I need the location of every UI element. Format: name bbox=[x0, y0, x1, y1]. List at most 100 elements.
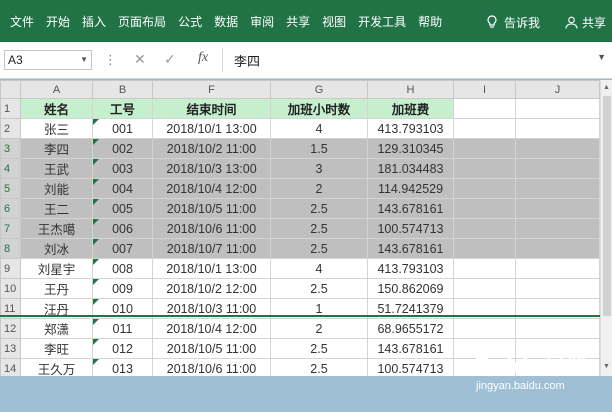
column-header[interactable]: G bbox=[270, 80, 368, 99]
row-header[interactable]: 13 bbox=[0, 338, 21, 359]
cell[interactable]: 李旺 bbox=[20, 338, 93, 359]
column-header[interactable]: H bbox=[367, 80, 454, 99]
cell[interactable]: 2.5 bbox=[270, 218, 368, 239]
cell[interactable]: 刘冰 bbox=[20, 238, 93, 259]
cell[interactable]: 009 bbox=[92, 278, 153, 299]
cell[interactable]: 刘星宇 bbox=[20, 258, 93, 279]
cell[interactable]: 2018/10/6 11:00 bbox=[152, 218, 271, 239]
cell[interactable]: 2018/10/4 12:00 bbox=[152, 318, 271, 339]
cell[interactable]: 413.793103 bbox=[367, 258, 454, 279]
cell[interactable]: 4 bbox=[270, 258, 368, 279]
share-button[interactable]: 共享 bbox=[565, 12, 606, 32]
cancel-icon[interactable]: ✕ bbox=[134, 51, 146, 68]
chevron-down-icon[interactable]: ▼ bbox=[80, 51, 88, 69]
cell[interactable]: 007 bbox=[92, 238, 153, 259]
vertical-scrollbar[interactable]: ▲ ▼ bbox=[600, 80, 612, 376]
cell[interactable]: 2018/10/7 11:00 bbox=[152, 238, 271, 259]
cell[interactable]: 2018/10/2 12:00 bbox=[152, 278, 271, 299]
cell[interactable]: 2.5 bbox=[270, 278, 368, 299]
row-header[interactable]: 9 bbox=[0, 258, 21, 279]
cell[interactable]: 181.034483 bbox=[367, 158, 454, 179]
cell[interactable]: 006 bbox=[92, 218, 153, 239]
name-box[interactable]: A3 ▼ bbox=[4, 50, 92, 70]
cell[interactable]: 129.310345 bbox=[367, 138, 454, 159]
empty-cell[interactable] bbox=[453, 318, 516, 339]
cell[interactable]: 2.5 bbox=[270, 338, 368, 359]
cell[interactable]: 2018/10/5 11:00 bbox=[152, 338, 271, 359]
empty-cell[interactable] bbox=[515, 258, 600, 279]
ribbon-tab[interactable]: 数据 bbox=[214, 12, 238, 32]
cell[interactable]: 2018/10/3 13:00 bbox=[152, 158, 271, 179]
scrollbar-thumb[interactable] bbox=[603, 96, 611, 316]
row-header[interactable]: 3 bbox=[0, 138, 21, 159]
cell[interactable]: 姓名 bbox=[20, 98, 93, 119]
ribbon-tab[interactable]: 审阅 bbox=[250, 12, 274, 32]
ribbon-tab[interactable]: 视图 bbox=[322, 12, 346, 32]
cell[interactable]: 郑潇 bbox=[20, 318, 93, 339]
empty-cell[interactable] bbox=[453, 238, 516, 259]
empty-cell[interactable] bbox=[515, 318, 600, 339]
cell[interactable]: 加班费 bbox=[367, 98, 454, 119]
empty-cell[interactable] bbox=[453, 198, 516, 219]
cell[interactable]: 2018/10/1 13:00 bbox=[152, 258, 271, 279]
ribbon-tab[interactable]: 页面布局 bbox=[118, 12, 166, 32]
ribbon-tab[interactable]: 开发工具 bbox=[358, 12, 406, 32]
empty-cell[interactable] bbox=[453, 278, 516, 299]
cell[interactable]: 张三 bbox=[20, 118, 93, 139]
scroll-up-icon[interactable]: ▲ bbox=[603, 84, 610, 91]
column-header[interactable]: F bbox=[152, 80, 271, 99]
empty-cell[interactable] bbox=[453, 118, 516, 139]
empty-cell[interactable] bbox=[515, 118, 600, 139]
cell[interactable]: 003 bbox=[92, 158, 153, 179]
ribbon-tab[interactable]: 插入 bbox=[82, 12, 106, 32]
empty-cell[interactable] bbox=[515, 278, 600, 299]
row-header[interactable]: 4 bbox=[0, 158, 21, 179]
cell[interactable]: 2018/10/6 11:00 bbox=[152, 358, 271, 376]
cell[interactable]: 2 bbox=[270, 318, 368, 339]
row-header[interactable]: 6 bbox=[0, 198, 21, 219]
empty-cell[interactable] bbox=[515, 178, 600, 199]
ribbon-tab[interactable]: 公式 bbox=[178, 12, 202, 32]
cell[interactable]: 004 bbox=[92, 178, 153, 199]
cell[interactable]: 013 bbox=[92, 358, 153, 376]
cell[interactable]: 143.678161 bbox=[367, 338, 454, 359]
cell[interactable]: 2018/10/2 11:00 bbox=[152, 138, 271, 159]
row-header[interactable]: 7 bbox=[0, 218, 21, 239]
cell[interactable]: 2018/10/4 12:00 bbox=[152, 178, 271, 199]
empty-cell[interactable] bbox=[515, 138, 600, 159]
column-header[interactable]: B bbox=[92, 80, 153, 99]
cell[interactable]: 150.862069 bbox=[367, 278, 454, 299]
empty-cell[interactable] bbox=[515, 158, 600, 179]
row-header[interactable]: 12 bbox=[0, 318, 21, 339]
empty-cell[interactable] bbox=[515, 218, 600, 239]
empty-cell[interactable] bbox=[453, 158, 516, 179]
empty-cell[interactable] bbox=[453, 138, 516, 159]
chevron-down-icon[interactable]: ▼ bbox=[597, 52, 606, 62]
cell[interactable]: 工号 bbox=[92, 98, 153, 119]
cell[interactable]: 2018/10/5 11:00 bbox=[152, 198, 271, 219]
cell[interactable]: 2.5 bbox=[270, 358, 368, 376]
row-header[interactable]: 2 bbox=[0, 118, 21, 139]
empty-cell[interactable] bbox=[453, 98, 516, 119]
cell[interactable]: 68.9655172 bbox=[367, 318, 454, 339]
cell[interactable]: 王武 bbox=[20, 158, 93, 179]
vertical-dots-icon[interactable]: ⋮ bbox=[104, 52, 117, 68]
cell[interactable]: 100.574713 bbox=[367, 358, 454, 376]
ribbon-tab[interactable]: 共享 bbox=[286, 12, 310, 32]
empty-cell[interactable] bbox=[515, 238, 600, 259]
cell[interactable]: 刘能 bbox=[20, 178, 93, 199]
ribbon-tab[interactable]: 文件 bbox=[10, 12, 34, 32]
cell[interactable]: 结束时间 bbox=[152, 98, 271, 119]
cell[interactable]: 005 bbox=[92, 198, 153, 219]
empty-cell[interactable] bbox=[453, 178, 516, 199]
select-all-corner[interactable] bbox=[0, 80, 21, 99]
row-header[interactable]: 5 bbox=[0, 178, 21, 199]
cell[interactable]: 王杰噶 bbox=[20, 218, 93, 239]
cell[interactable]: 143.678161 bbox=[367, 238, 454, 259]
cell[interactable]: 3 bbox=[270, 158, 368, 179]
ribbon-tab[interactable]: 开始 bbox=[46, 12, 70, 32]
column-header[interactable]: A bbox=[20, 80, 93, 99]
cell[interactable]: 008 bbox=[92, 258, 153, 279]
empty-cell[interactable] bbox=[515, 198, 600, 219]
cell[interactable]: 143.678161 bbox=[367, 198, 454, 219]
